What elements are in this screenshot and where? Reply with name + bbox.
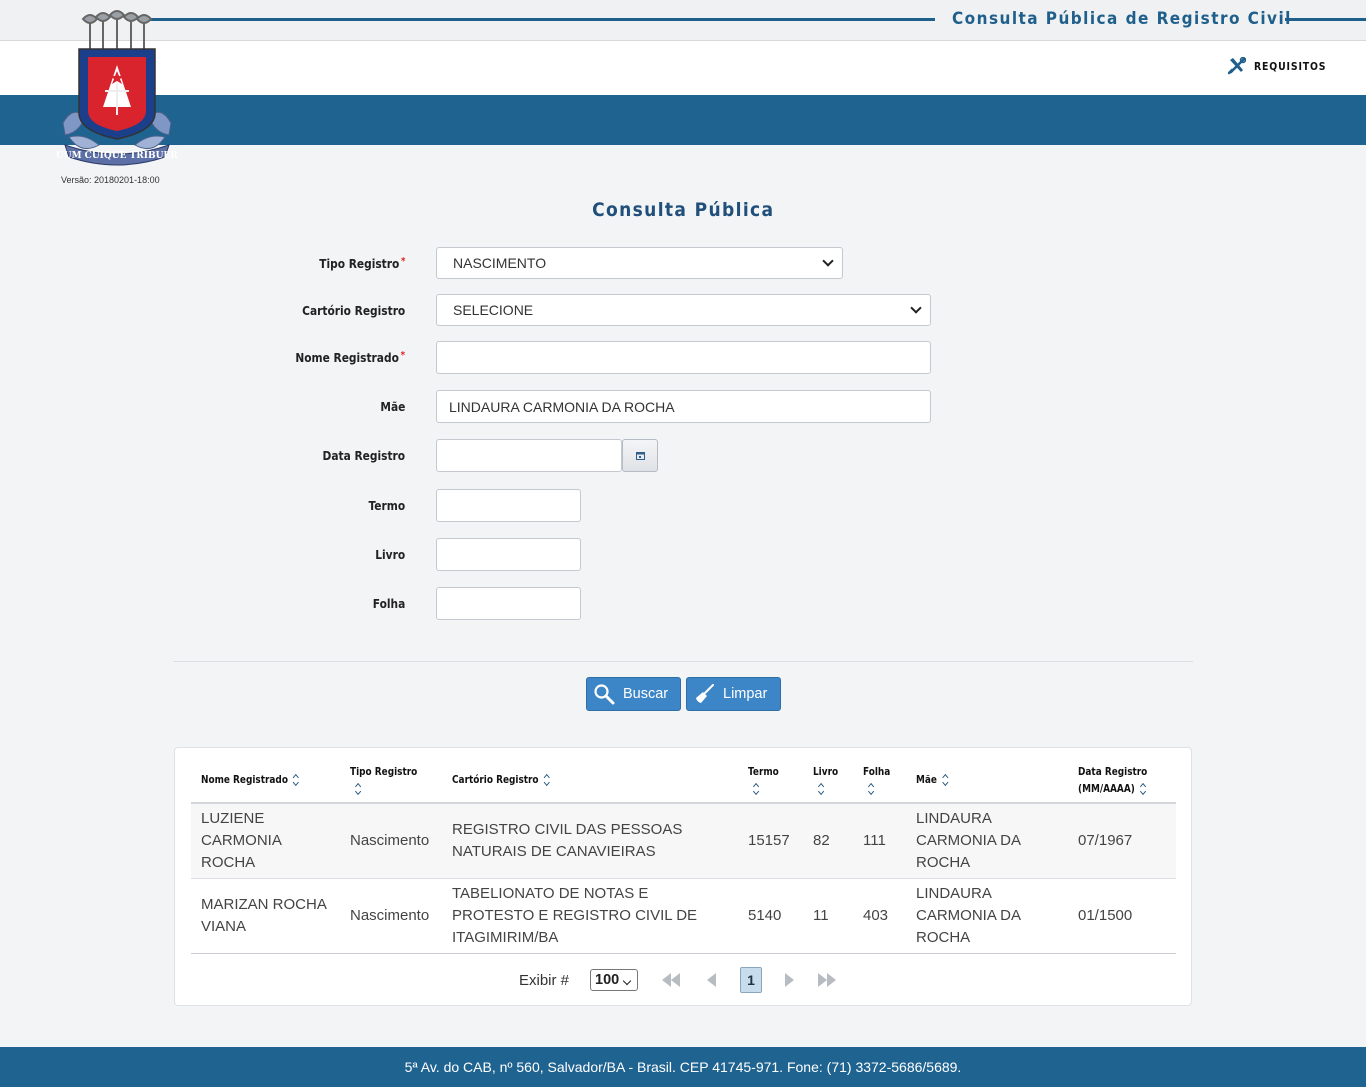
header-rule-left [150,18,935,21]
footer-address: 5ª Av. do CAB, nº 560, Salvador/BA - Bra… [404,1059,962,1075]
page-size-select[interactable]: 100 [590,969,638,991]
table-row[interactable]: LUZIENE CARMONIA ROCHA Nascimento REGIST… [191,804,1176,879]
requisitos-link[interactable]: REQUISITOS [1228,57,1339,75]
cartorio-registro-label: Cartório Registro [301,303,405,318]
tools-icon [1228,57,1246,75]
cartorio-registro-select[interactable]: SELECIONE [436,294,931,326]
termo-input[interactable] [436,489,581,522]
current-page-button[interactable]: 1 [740,967,762,993]
chevron-down-icon [622,976,632,986]
first-page-icon[interactable] [662,971,680,989]
search-icon [594,684,615,705]
cell-nome: MARIZAN ROCHA VIANA [201,896,327,935]
cell-termo: 5140 [748,907,782,924]
data-registro-input[interactable] [436,439,622,472]
chevron-down-icon [910,302,922,314]
cell-cartorio: REGISTRO CIVIL DAS PESSOAS NATURAIS DE C… [452,821,683,860]
cell-cartorio: TABELIONATO DE NOTAS E PROTESTO E REGIST… [452,885,698,946]
site-title: Consulta Pública de Registro Civil [952,9,1292,29]
cell-data: 01/1500 [1078,907,1133,924]
livro-input[interactable] [436,538,581,571]
header-cartorio-registro[interactable]: Cartório Registro [452,772,550,789]
sort-icon [942,775,949,785]
page-size-value: 100 [595,972,620,988]
exibir-label: Exibir # [519,972,570,989]
cell-mae: LINDAURA CARMONIA DA ROCHA [916,810,1021,871]
tipo-registro-label: Tipo Registro * [318,256,405,271]
top-bar: Consulta Pública de Registro Civil [0,0,1366,41]
sort-icon [818,784,825,794]
prev-page-icon[interactable] [707,971,716,989]
header-tipo-registro[interactable]: Tipo Registro [350,764,417,798]
cell-mae: LINDAURA CARMONIA DA ROCHA [916,885,1021,946]
header-data-registro[interactable]: Data Registro (MM/AAAA) [1078,764,1147,798]
cell-termo: 15157 [748,832,790,849]
nome-registrado-input[interactable] [436,341,931,374]
sort-icon [868,784,875,794]
next-page-icon[interactable] [785,971,794,989]
cell-tipo: Nascimento [350,832,430,849]
pagination: Exibir # 100 1 [175,967,1191,995]
nome-registrado-label: Nome Registrado * [295,350,405,365]
cell-livro: 82 [813,832,830,849]
header-rule-right [1285,18,1366,21]
header-white-band [0,41,1366,95]
cell-folha: 403 [863,907,889,924]
folha-input[interactable] [436,587,581,620]
sort-icon [544,775,551,785]
calendar-button[interactable] [622,439,658,472]
cell-livro: 11 [813,907,829,924]
header-nome-registrado[interactable]: Nome Registrado [201,772,300,789]
data-registro-label: Data Registro [322,448,405,463]
page-title: Consulta Pública [591,199,775,221]
header-mae[interactable]: Mãe [916,772,949,789]
version-text: Versão: 20180201-18:00 [61,175,160,185]
logo-motto: SUUM CUIQUE TRIBUERE [55,151,179,161]
sort-icon [293,775,300,785]
calendar-icon [635,452,645,460]
buscar-label: Buscar [623,686,669,702]
form-divider [173,661,1193,662]
sort-icon [355,784,362,794]
cell-nome: LUZIENE CARMONIA ROCHA [201,810,282,871]
requisitos-label: REQUISITOS [1254,59,1327,73]
livro-label: Livro [375,547,405,562]
termo-label: Termo [368,498,405,513]
mae-label: Mãe [380,399,405,414]
header-livro[interactable]: Livro [813,764,838,798]
limpar-button[interactable]: Limpar [686,677,781,711]
sort-icon [1140,784,1147,794]
cell-data: 07/1967 [1078,832,1133,849]
folha-label: Folha [372,596,405,611]
limpar-label: Limpar [723,686,768,702]
table-row[interactable]: MARIZAN ROCHA VIANA Nascimento TABELIONA… [191,879,1176,954]
header-termo[interactable]: Termo [748,764,779,798]
tipo-registro-value: NASCIMENTO [453,255,547,271]
coat-of-arms-logo: SUUM CUIQUE TRIBUERE [55,10,179,166]
results-panel: Nome Registrado Tipo Registro Cartório R… [174,747,1192,1006]
footer: 5ª Av. do CAB, nº 560, Salvador/BA - Bra… [0,1047,1366,1087]
last-page-icon[interactable] [818,971,836,989]
cell-folha: 111 [863,832,886,849]
cartorio-registro-value: SELECIONE [453,302,534,318]
chevron-down-icon [822,255,834,267]
mae-input[interactable]: LINDAURA CARMONIA DA ROCHA [436,390,931,423]
cell-tipo: Nascimento [350,907,430,924]
sort-icon [753,784,760,794]
header-folha[interactable]: Folha [863,764,890,798]
tipo-registro-select[interactable]: NASCIMENTO [436,247,843,279]
header-blue-band [0,95,1366,145]
buscar-button[interactable]: Buscar [586,677,681,711]
broom-icon [696,684,714,703]
